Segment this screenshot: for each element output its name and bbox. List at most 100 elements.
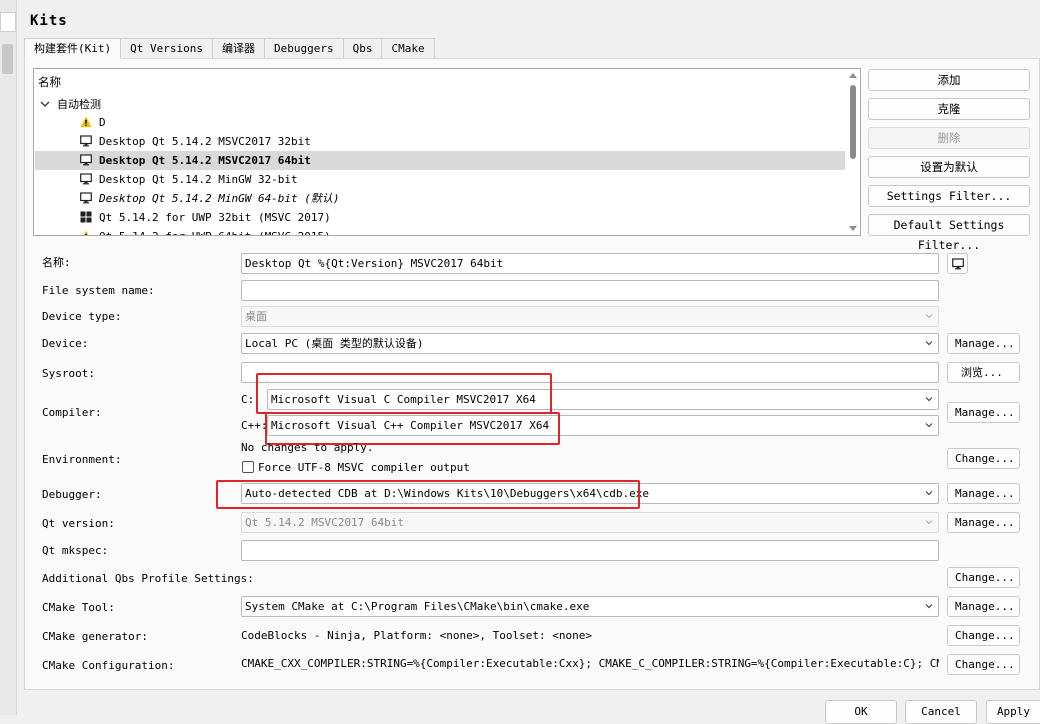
device-type-select[interactable]: 桌面 [241, 306, 939, 327]
nav-scrollbar[interactable] [2, 44, 13, 74]
sysroot-browse-button[interactable]: 浏览... [947, 362, 1020, 383]
settings-filter-button[interactable]: Settings Filter... [868, 185, 1030, 207]
tab-qbs[interactable]: Qbs [342, 38, 383, 58]
nav-filter-field[interactable] [0, 12, 16, 32]
tree-item[interactable]: Qt 5.14.2 for UWP 32bit (MSVC 2017) [35, 208, 845, 227]
left-navigation-strip [0, 0, 17, 715]
tree-item-label: Desktop Qt 5.14.2 MinGW 64-bit (默认) [99, 192, 340, 205]
qt-version-manage-button[interactable]: Manage... [947, 512, 1020, 533]
device-label: Device: [42, 337, 89, 350]
tree-item-default[interactable]: Desktop Qt 5.14.2 MinGW 64-bit (默认) [35, 189, 845, 208]
tree-column-header: 名称 [38, 75, 61, 89]
cmake-tool-label: CMake Tool: [42, 601, 115, 614]
tree-group-label: 自动检测 [57, 98, 101, 111]
add-kit-button[interactable]: 添加 [868, 69, 1030, 91]
tree-item[interactable]: D [35, 113, 845, 132]
cmake-tool-manage-button[interactable]: Manage... [947, 596, 1020, 617]
tab-compilers[interactable]: 编译器 [211, 38, 265, 58]
force-utf8-label: Force UTF-8 MSVC compiler output [258, 461, 470, 474]
tab-bar: 构建套件(Kit) Qt Versions 编译器 Debuggers Qbs … [24, 38, 435, 59]
tree-item-label: D [99, 116, 106, 129]
tree-item-label: Desktop Qt 5.14.2 MSVC2017 32bit [99, 135, 311, 148]
cmake-config-label: CMake Configuration: [42, 659, 175, 672]
tab-qt-versions[interactable]: Qt Versions [120, 38, 213, 58]
kit-tree[interactable]: 名称 自动检测 D Desktop Qt 5.14.2 MSVC2017 32b… [33, 68, 861, 236]
chevron-down-icon [925, 341, 933, 346]
name-field[interactable]: Desktop Qt %{Qt:Version} MSVC2017 64bit [241, 253, 939, 274]
cmake-generator-label: CMake generator: [42, 630, 148, 643]
highlight-debugger [216, 480, 640, 509]
cmake-config-change-button[interactable]: Change... [947, 654, 1020, 675]
tab-cmake[interactable]: CMake [381, 38, 435, 58]
force-utf8-checkbox[interactable] [242, 461, 254, 473]
tree-group-auto-detected[interactable]: 自动检测 [35, 95, 845, 114]
tree-item[interactable]: Desktop Qt 5.14.2 MSVC2017 32bit [35, 132, 845, 151]
chevron-down-icon [925, 604, 933, 609]
highlight-c-compiler [256, 373, 552, 414]
chevron-down-icon [925, 423, 933, 428]
file-system-name-label: File system name: [42, 284, 155, 297]
device-manage-button[interactable]: Manage... [947, 333, 1020, 354]
monitor-icon [80, 173, 92, 185]
apply-button[interactable]: Apply [986, 700, 1040, 724]
tree-item[interactable]: Qt 5.14.2 for UWP 64bit (MSVC 2015) [35, 227, 845, 235]
page-title: Kits [30, 13, 68, 29]
qt-version-label: Qt version: [42, 517, 115, 530]
scroll-down-arrow-icon[interactable] [849, 226, 857, 231]
compiler-cxx-label: C++: [241, 419, 268, 432]
device-type-value: 桌面 [245, 310, 267, 323]
chevron-down-icon [925, 314, 933, 319]
qbs-profile-label: Additional Qbs Profile Settings: [42, 572, 254, 585]
qt-version-select[interactable]: Qt 5.14.2 MSVC2017 64bit [241, 512, 939, 533]
chevron-down-icon [925, 397, 933, 402]
tree-item-label: Qt 5.14.2 for UWP 64bit (MSVC 2015) [99, 227, 331, 235]
cancel-button[interactable]: Cancel [905, 700, 977, 724]
environment-change-button[interactable]: Change... [947, 448, 1020, 469]
compiler-c-label: C: [241, 393, 255, 406]
device-select[interactable]: Local PC (桌面 类型的默认设备) [241, 333, 939, 354]
tab-kits[interactable]: 构建套件(Kit) [24, 38, 122, 59]
compiler-label: Compiler: [42, 406, 102, 419]
set-default-button[interactable]: 设置为默认 [868, 156, 1030, 178]
clone-kit-button[interactable]: 克隆 [868, 98, 1030, 120]
qt-mkspec-label: Qt mkspec: [42, 544, 109, 557]
cmake-tool-select[interactable]: System CMake at C:\Program Files\CMake\b… [241, 596, 939, 617]
monitor-icon [80, 135, 92, 147]
cmake-tool-value: System CMake at C:\Program Files\CMake\b… [245, 600, 590, 613]
kit-icon-button[interactable] [947, 253, 968, 274]
qbs-profile-change-button[interactable]: Change... [947, 567, 1020, 588]
device-value: Local PC (桌面 类型的默认设备) [245, 337, 424, 350]
windows-icon [80, 211, 92, 223]
qt-version-value: Qt 5.14.2 MSVC2017 64bit [245, 516, 404, 529]
tree-item-label: Desktop Qt 5.14.2 MSVC2017 64bit [99, 154, 311, 167]
scroll-up-arrow-icon[interactable] [849, 73, 857, 78]
monitor-icon [80, 192, 92, 204]
tree-item-label: Qt 5.14.2 for UWP 32bit (MSVC 2017) [99, 211, 331, 224]
qt-mkspec-field[interactable] [241, 540, 939, 561]
warning-icon [80, 116, 92, 127]
ok-button[interactable]: OK [825, 700, 897, 724]
tree-item[interactable]: Desktop Qt 5.14.2 MinGW 32-bit [35, 170, 845, 189]
monitor-icon [80, 154, 92, 166]
chevron-down-icon[interactable] [39, 98, 51, 110]
compiler-manage-button[interactable]: Manage... [947, 402, 1020, 423]
file-system-name-field[interactable] [241, 280, 939, 301]
environment-status: No changes to apply. [241, 441, 374, 454]
tree-scrollbar-thumb[interactable] [850, 85, 856, 159]
tree-item-selected[interactable]: Desktop Qt 5.14.2 MSVC2017 64bit [35, 151, 845, 170]
tab-debuggers[interactable]: Debuggers [263, 38, 344, 58]
warning-icon [83, 230, 89, 235]
monitor-icon [952, 258, 964, 270]
cmake-generator-value: CodeBlocks - Ninja, Platform: <none>, To… [241, 629, 592, 642]
debugger-label: Debugger: [42, 488, 102, 501]
sysroot-label: Sysroot: [42, 367, 95, 380]
device-type-label: Device type: [42, 310, 122, 323]
cmake-config-value: CMAKE_CXX_COMPILER:STRING=%{Compiler:Exe… [241, 657, 939, 670]
name-label: 名称: [42, 256, 71, 269]
debugger-manage-button[interactable]: Manage... [947, 483, 1020, 504]
cmake-generator-change-button[interactable]: Change... [947, 625, 1020, 646]
chevron-down-icon [925, 520, 933, 525]
chevron-down-icon [925, 491, 933, 496]
default-settings-filter-button[interactable]: Default Settings Filter... [868, 214, 1030, 252]
remove-kit-button[interactable]: 删除 [868, 127, 1030, 149]
